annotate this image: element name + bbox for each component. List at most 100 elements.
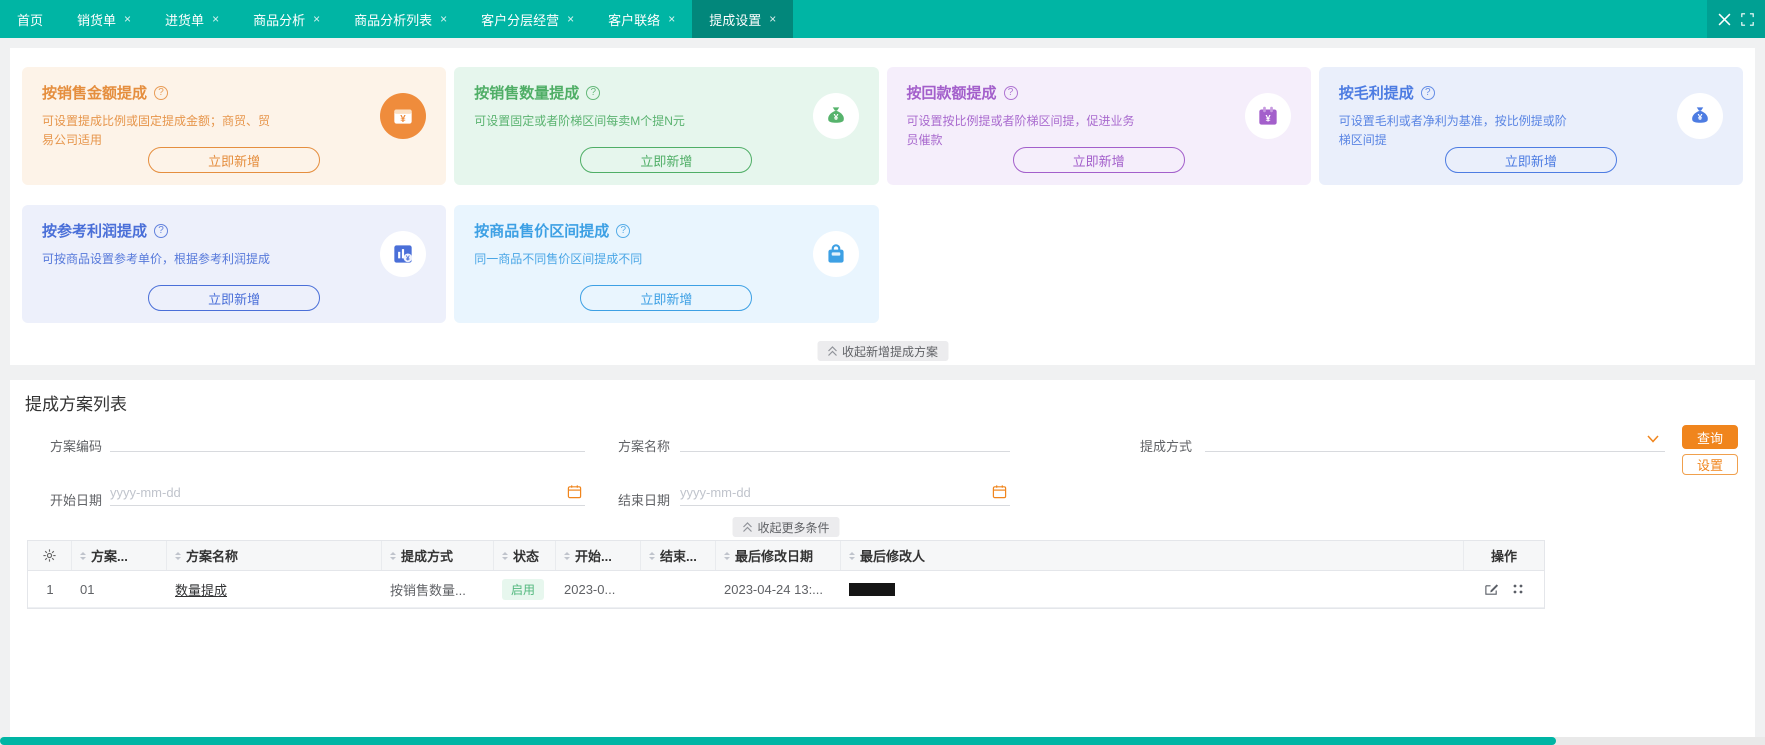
question-circle-icon[interactable]: ?	[586, 85, 601, 100]
calendar-icon[interactable]	[567, 484, 582, 499]
plan-code-input[interactable]	[110, 426, 585, 452]
header-modified-by[interactable]: 最后修改人	[841, 541, 1464, 570]
collapse-label: 收起新增提成方案	[841, 344, 939, 359]
close-tab-icon[interactable]: ×	[212, 12, 219, 26]
svg-text:¥: ¥	[401, 114, 407, 125]
close-tab-icon[interactable]: ×	[313, 12, 320, 26]
header-plan-name[interactable]: 方案名称	[167, 541, 382, 570]
commission-type-cards-panel: 按销售金额提成 ? 可设置提成比例或固定提成金额；商贸、贸易公司适用 ¥ 立即新…	[10, 48, 1755, 365]
close-tab-icon[interactable]: ×	[567, 12, 574, 26]
card-description: 可按商品设置参考单价，根据参考利润提成	[42, 252, 271, 266]
svg-text:¥: ¥	[1698, 112, 1703, 122]
chart-coin-icon: ¥	[380, 231, 427, 277]
tab-label: 商品分析列表	[354, 12, 433, 28]
close-tab-icon[interactable]: ×	[440, 12, 447, 26]
edit-icon[interactable]	[1484, 582, 1499, 597]
horizontal-scrollbar-thumb[interactable]	[0, 737, 1556, 745]
header-actions: 操作	[1490, 549, 1517, 564]
plan-code-label: 方案编码	[50, 439, 103, 454]
tab-customer-contact[interactable]: 客户联络 ×	[591, 0, 692, 38]
chevron-down-icon	[1647, 435, 1659, 443]
tab-commission-settings[interactable]: 提成设置 ×	[692, 0, 794, 38]
header-plan-code[interactable]: 方案...	[72, 541, 167, 570]
sort-icon[interactable]	[564, 549, 570, 563]
question-circle-icon[interactable]: ?	[616, 223, 631, 238]
commission-plan-table: 方案... 方案名称 提成方式 状态 开始... 结束... 最后修改日期 最后…	[27, 540, 1545, 609]
calendar-yuan-icon: ¥	[1244, 93, 1291, 139]
question-circle-icon[interactable]: ?	[154, 223, 169, 238]
tab-label: 进货单	[165, 12, 205, 28]
tab-sales-order[interactable]: 销货单 ×	[60, 0, 148, 38]
close-tab-icon[interactable]: ×	[124, 12, 131, 26]
tab-bar: 首页 销货单 × 进货单 × 商品分析 × 商品分析列表 × 客户分层经营 × …	[0, 0, 1765, 38]
card-reference-profit-commission: 按参考利润提成 ? 可按商品设置参考单价，根据参考利润提成 ¥ 立即新增	[22, 205, 447, 323]
collapse-new-commission-plans[interactable]: 收起新增提成方案	[816, 341, 949, 361]
tab-label: 客户分层经营	[481, 12, 560, 28]
redacted-modified-by	[849, 582, 895, 596]
tab-product-analysis-list[interactable]: 商品分析列表 ×	[337, 0, 464, 38]
question-circle-icon[interactable]: ?	[154, 85, 169, 100]
collapse-more-filters[interactable]: 收起更多条件	[732, 517, 840, 537]
card-title: 按回款额提成	[906, 85, 997, 102]
page-title: 提成方案列表	[25, 395, 127, 414]
sort-icon[interactable]	[724, 549, 730, 563]
tab-product-analysis[interactable]: 商品分析 ×	[236, 0, 337, 38]
card-title: 按毛利提成	[1338, 85, 1414, 102]
sort-icon[interactable]	[390, 549, 396, 563]
plan-name-input[interactable]	[680, 426, 1010, 452]
header-start-date[interactable]: 开始...	[556, 541, 641, 570]
plan-name-link[interactable]: 数量提成	[175, 580, 227, 599]
add-now-button[interactable]: 立即新增	[1444, 147, 1617, 173]
row-actions	[1484, 582, 1525, 597]
close-tab-icon[interactable]: ×	[668, 12, 675, 26]
card-description: 可设置毛利或者净利为基准，按比例提或阶梯区间提	[1338, 114, 1567, 147]
header-end-date[interactable]: 结束...	[641, 541, 716, 570]
card-description: 可设置提成比例或固定提成金额；商贸、贸易公司适用	[42, 114, 271, 147]
header-commission-method[interactable]: 提成方式	[382, 541, 494, 570]
header-status[interactable]: 状态	[494, 541, 556, 570]
search-button[interactable]: 查询	[1682, 425, 1738, 449]
question-circle-icon[interactable]: ?	[1003, 85, 1018, 100]
money-bag-icon: ¥	[1677, 93, 1723, 139]
sort-icon[interactable]	[175, 549, 181, 563]
start-date-input[interactable]	[110, 480, 585, 506]
sort-icon[interactable]	[80, 549, 86, 563]
column-settings-header[interactable]	[28, 541, 72, 570]
status-badge: 启用	[502, 578, 545, 600]
gear-icon[interactable]	[42, 548, 57, 563]
calendar-icon[interactable]	[992, 484, 1007, 499]
sort-icon[interactable]	[649, 549, 655, 563]
card-payment-collection-commission: 按回款额提成 ? 可设置按比例提或者阶梯区间提，促进业务员催款 ¥ 立即新增	[886, 67, 1311, 185]
question-circle-icon[interactable]: ?	[1420, 85, 1435, 100]
close-icon[interactable]	[1718, 13, 1731, 26]
svg-text:¥: ¥	[406, 256, 410, 263]
double-chevron-up-icon	[743, 521, 752, 532]
add-now-button[interactable]: 立即新增	[148, 147, 321, 173]
end-date-input[interactable]	[680, 480, 1010, 506]
tab-home[interactable]: 首页	[0, 0, 60, 38]
tab-customer-segmentation[interactable]: 客户分层经营 ×	[464, 0, 591, 38]
plan-name-label: 方案名称	[618, 439, 671, 454]
add-now-button[interactable]: 立即新增	[1012, 147, 1185, 173]
add-now-button[interactable]: 立即新增	[580, 285, 753, 311]
card-description: 可设置固定或者阶梯区间每卖M个提N元	[474, 114, 685, 128]
start-date-label: 开始日期	[50, 493, 103, 508]
table-header-row: 方案... 方案名称 提成方式 状态 开始... 结束... 最后修改日期 最后…	[28, 541, 1544, 571]
card-sales-amount-commission: 按销售金额提成 ? 可设置提成比例或固定提成金额；商贸、贸易公司适用 ¥ 立即新…	[22, 67, 447, 185]
sort-icon[interactable]	[849, 549, 855, 563]
settings-button[interactable]: 设置	[1682, 454, 1738, 475]
fullscreen-icon[interactable]	[1741, 12, 1755, 26]
header-modified-date[interactable]: 最后修改日期	[716, 541, 841, 570]
sort-icon[interactable]	[502, 549, 508, 563]
svg-text:¥: ¥	[1265, 113, 1271, 123]
more-grid-icon[interactable]	[1511, 582, 1525, 596]
commission-method-select[interactable]	[1205, 426, 1665, 452]
horizontal-scrollbar-track[interactable]	[0, 737, 1765, 745]
cell-plan-code: 01	[80, 581, 95, 597]
cell-commission-method: 按销售数量...	[390, 582, 466, 598]
tab-purchase-order[interactable]: 进货单 ×	[148, 0, 236, 38]
add-now-button[interactable]: 立即新增	[580, 147, 753, 173]
close-tab-icon[interactable]: ×	[769, 12, 776, 26]
add-now-button[interactable]: 立即新增	[148, 285, 321, 311]
cell-end-date	[641, 571, 716, 607]
